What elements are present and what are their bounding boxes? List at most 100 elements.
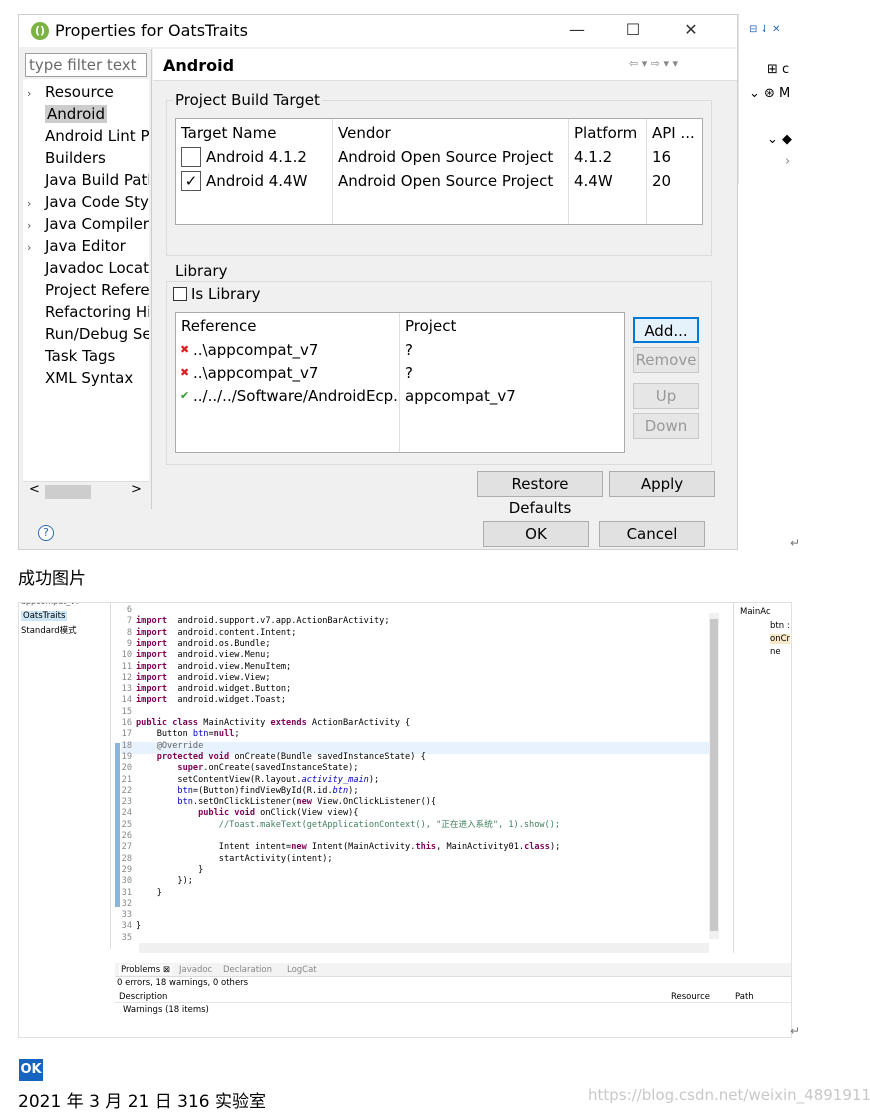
tree-item-selected[interactable]: OatsTraits [21,611,68,621]
header-api[interactable]: API ... [652,122,695,144]
tree-scrollbar[interactable]: < > [23,481,149,501]
outline-field[interactable]: btn : [770,621,790,631]
header-path[interactable]: Path [735,992,754,1002]
library-reference[interactable]: ..\appcompat_v7 [193,362,398,384]
scroll-thumb[interactable] [710,619,718,931]
outline-item-c[interactable]: ⊞ c [767,62,789,77]
library-reference[interactable]: ..\appcompat_v7 [193,339,398,361]
nav-arrows-icon[interactable]: ⇦ ▾ ⇨ ▾ ▾ [629,57,678,70]
vertical-scrollbar[interactable] [709,613,719,939]
tree-item[interactable]: Javadoc Locat [27,257,149,279]
code-line[interactable]: 33 [117,910,136,921]
code-line[interactable]: 18 @Override [117,741,204,752]
help-icon[interactable]: ? [38,525,54,541]
down-button[interactable]: Down [633,413,699,439]
tree-item[interactable]: Run/Debug Se [27,323,149,345]
code-line[interactable]: 27 Intent intent=new Intent(MainActivity… [117,842,561,853]
target-checkbox[interactable] [181,147,201,167]
scroll-right-icon[interactable]: > [131,482,142,497]
add-button[interactable]: Add... [633,317,699,343]
code-line[interactable]: 17 Button btn=null; [117,729,240,740]
warnings-row[interactable]: Warnings (18 items) [123,1005,209,1015]
maximize-button[interactable]: ☐ [613,20,653,39]
library-reference[interactable]: ../../../Software/AndroidEcp... [193,385,398,407]
filter-input[interactable]: type filter text [25,53,147,77]
code-line[interactable]: 32 [117,899,136,910]
tab-javadoc[interactable]: Javadoc [179,965,212,975]
close-button[interactable]: ✕ [671,20,711,39]
outline-item-child[interactable]: ⌄ ◆ [767,132,792,147]
outline-item-m[interactable]: ⌄ ⊛ M [749,86,790,101]
tree-item[interactable]: › Java Code Styl [27,191,149,213]
code-line[interactable]: 13 import android.widget.Button; [117,684,292,695]
chevron-right-icon[interactable]: › [27,83,45,105]
tree-item[interactable]: › Resource [27,81,114,103]
code-line[interactable]: 14 import android.widget.Toast; [117,695,286,706]
code-line[interactable]: 9 import android.os.Bundle; [117,639,271,650]
code-line[interactable]: 19 protected void onCreate(Bundle savedI… [117,752,426,763]
code-line[interactable]: 24 public void onClick(View view){ [117,808,359,819]
code-line[interactable]: 26 [117,831,136,842]
target-checkbox[interactable]: ✓ [181,171,201,191]
is-library-checkbox[interactable] [173,287,187,301]
code-line[interactable]: 15 [117,707,136,718]
code-line[interactable]: 16 public class MainActivity extends Acti… [117,718,411,729]
up-button[interactable]: Up [633,383,699,409]
outline-inner[interactable]: ne [770,647,781,657]
header-target-name[interactable]: Target Name [181,122,276,144]
tree-item[interactable]: appcompat_v7 [21,603,80,606]
chevron-right-icon[interactable]: › [27,237,45,259]
splitter[interactable] [151,49,152,509]
code-line[interactable]: 34} [117,921,142,932]
minimize-button[interactable]: — [557,20,597,39]
tab-logcat[interactable]: LogCat [287,965,317,975]
build-target-table[interactable]: Target Name Vendor Platform API ... Andr… [175,118,703,225]
tree-item[interactable]: Android Lint P [27,125,149,147]
header-project[interactable]: Project [405,315,456,337]
code-line[interactable]: 7 import android.support.v7.app.ActionBar… [117,616,390,627]
code-line[interactable]: 20 super.onCreate(savedInstanceState); [117,763,359,774]
code-line[interactable]: 6 [117,605,136,616]
header-reference[interactable]: Reference [181,315,257,337]
restore-defaults-button[interactable]: Restore Defaults [477,471,603,517]
code-line[interactable]: 23 btn.setOnClickListener(new View.OnCli… [117,797,436,808]
tab-declaration[interactable]: Declaration [223,965,272,975]
code-editor[interactable]: 6 7 import android.support.v7.app.ActionBa… [115,605,709,945]
header-vendor[interactable]: Vendor [338,122,391,144]
scroll-thumb[interactable] [45,485,91,499]
code-line[interactable]: 21 setContentView(R.layout.activity_main… [117,775,380,786]
tree-item[interactable]: Builders [27,147,106,169]
tree-item[interactable]: XML Syntax [27,367,133,389]
header-platform[interactable]: Platform [574,122,637,144]
tree-item[interactable]: › Java Editor [27,235,126,257]
code-line[interactable]: 22 btn=(Button)findViewById(R.id.btn); [117,786,359,797]
tree-item[interactable]: Task Tags [27,345,115,367]
code-line[interactable]: 31 } [117,888,162,899]
code-line[interactable]: 29 } [117,865,204,876]
apply-button[interactable]: Apply [609,471,715,497]
library-table[interactable]: Reference Project ✖ ..\appcompat_v7? ✖ ..\a… [175,312,625,453]
tab-problems[interactable]: Problems ⊠ [119,965,173,975]
header-resource[interactable]: Resource [671,992,710,1002]
scroll-left-icon[interactable]: < [29,482,40,497]
outline-method[interactable]: onCr [770,634,791,644]
tree-item[interactable]: Java Build Path [27,169,149,191]
code-line[interactable]: 12 import android.view.View; [117,673,271,684]
code-line[interactable]: 35 [117,933,136,944]
outline-class[interactable]: MainAc [740,607,771,617]
remove-button[interactable]: Remove [633,347,699,373]
code-line[interactable]: 28 startActivity(intent); [117,854,333,865]
chevron-right-icon[interactable]: › [27,215,45,237]
tree-item[interactable]: Standard模式 [21,624,77,636]
code-line[interactable]: 25 //Toast.makeText(getApplicationContex… [117,820,560,831]
tree-item[interactable]: Refactoring Hi [27,301,149,323]
code-line[interactable]: 10 import android.view.Menu; [117,650,271,661]
cancel-button[interactable]: Cancel [599,521,705,547]
chevron-right-icon[interactable]: › [27,193,45,215]
code-line[interactable]: 11 import android.view.MenuItem; [117,662,292,673]
ok-button[interactable]: OK [483,521,589,547]
code-line[interactable]: 30 }); [117,876,193,887]
horizontal-scrollbar[interactable] [139,943,709,953]
collapse-all-icon[interactable]: ⊟ ⇃ ✕ [749,24,781,35]
tree-item[interactable]: › Java Compiler [27,213,149,235]
